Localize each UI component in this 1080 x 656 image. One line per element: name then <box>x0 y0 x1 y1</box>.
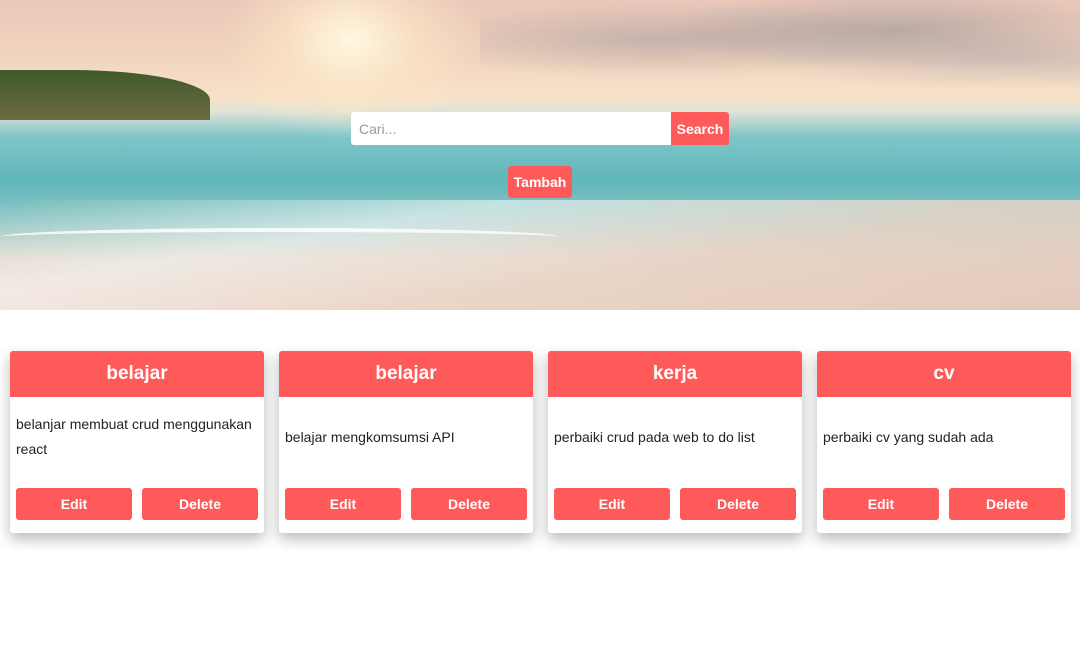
search-bar: Search <box>351 112 729 145</box>
clouds <box>480 0 1080 100</box>
todo-card: cv perbaiki cv yang sudah ada Edit Delet… <box>817 351 1071 533</box>
card-description: perbaiki crud pada web to do list <box>554 428 755 445</box>
delete-button[interactable]: Delete <box>142 488 258 520</box>
todo-card: belajar belajar mengkomsumsi API Edit De… <box>279 351 533 533</box>
delete-button[interactable]: Delete <box>949 488 1065 520</box>
card-actions: Edit Delete <box>285 488 527 520</box>
edit-button[interactable]: Edit <box>823 488 939 520</box>
card-title: cv <box>817 351 1071 397</box>
card-title: kerja <box>548 351 802 397</box>
delete-button[interactable]: Delete <box>411 488 527 520</box>
card-description: belajar mengkomsumsi API <box>285 428 455 445</box>
delete-button[interactable]: Delete <box>680 488 796 520</box>
edit-button[interactable]: Edit <box>285 488 401 520</box>
card-actions: Edit Delete <box>554 488 796 520</box>
add-button[interactable]: Tambah <box>508 166 572 198</box>
todo-card: kerja perbaiki crud pada web to do list … <box>548 351 802 533</box>
card-description: belanjar membuat crud menggunakan react <box>16 416 252 457</box>
card-title: belajar <box>279 351 533 397</box>
card-actions: Edit Delete <box>823 488 1065 520</box>
hero-banner: Search Tambah <box>0 0 1080 310</box>
island <box>0 70 210 120</box>
edit-button[interactable]: Edit <box>16 488 132 520</box>
wave <box>0 228 560 246</box>
card-actions: Edit Delete <box>16 488 258 520</box>
todo-card: belajar belanjar membuat crud menggunaka… <box>10 351 264 533</box>
card-title: belajar <box>10 351 264 397</box>
search-button[interactable]: Search <box>671 112 729 145</box>
beach-shore <box>0 200 1080 310</box>
search-input[interactable] <box>351 112 671 145</box>
card-list: belajar belanjar membuat crud menggunaka… <box>10 351 1071 533</box>
edit-button[interactable]: Edit <box>554 488 670 520</box>
card-description: perbaiki cv yang sudah ada <box>823 428 994 445</box>
